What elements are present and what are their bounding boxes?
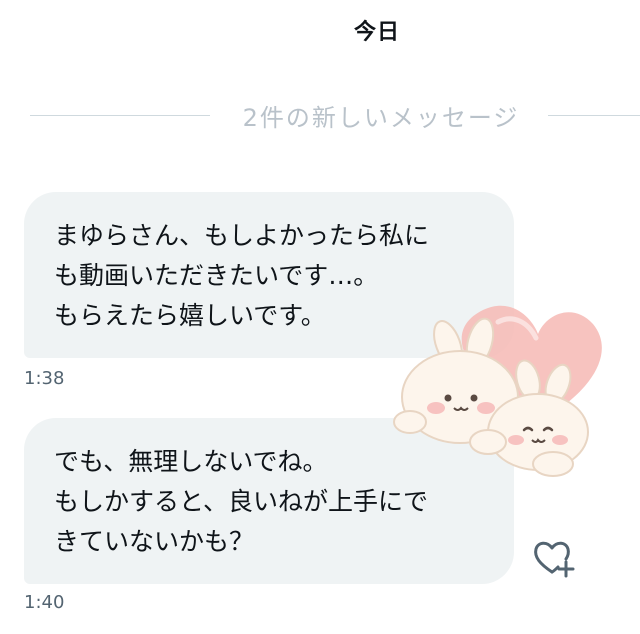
message-text-line: きていないかも？ [54,527,255,556]
message-timestamp: 1:38 [24,368,65,389]
new-messages-divider: 2件の新しいメッセージ [30,96,640,132]
sticker-art [393,305,602,477]
message-text-line: まゆらさん、もしよかったら私に [54,221,430,250]
message-timestamp: 1:40 [24,592,65,613]
divider-line-right [548,115,640,116]
bunny-heart-sticker[interactable] [388,292,608,482]
heart-plus-icon [534,541,575,578]
message-text-line: も動画いただきたいです…。 [54,261,379,290]
day-header: 今日 [353,20,400,45]
message-text-line: もしかすると、良いねが上手にで [54,487,429,516]
add-reaction-button[interactable] [532,538,576,578]
new-messages-label: 2件の新しいメッセージ [242,104,520,132]
divider-line-left [30,115,210,116]
